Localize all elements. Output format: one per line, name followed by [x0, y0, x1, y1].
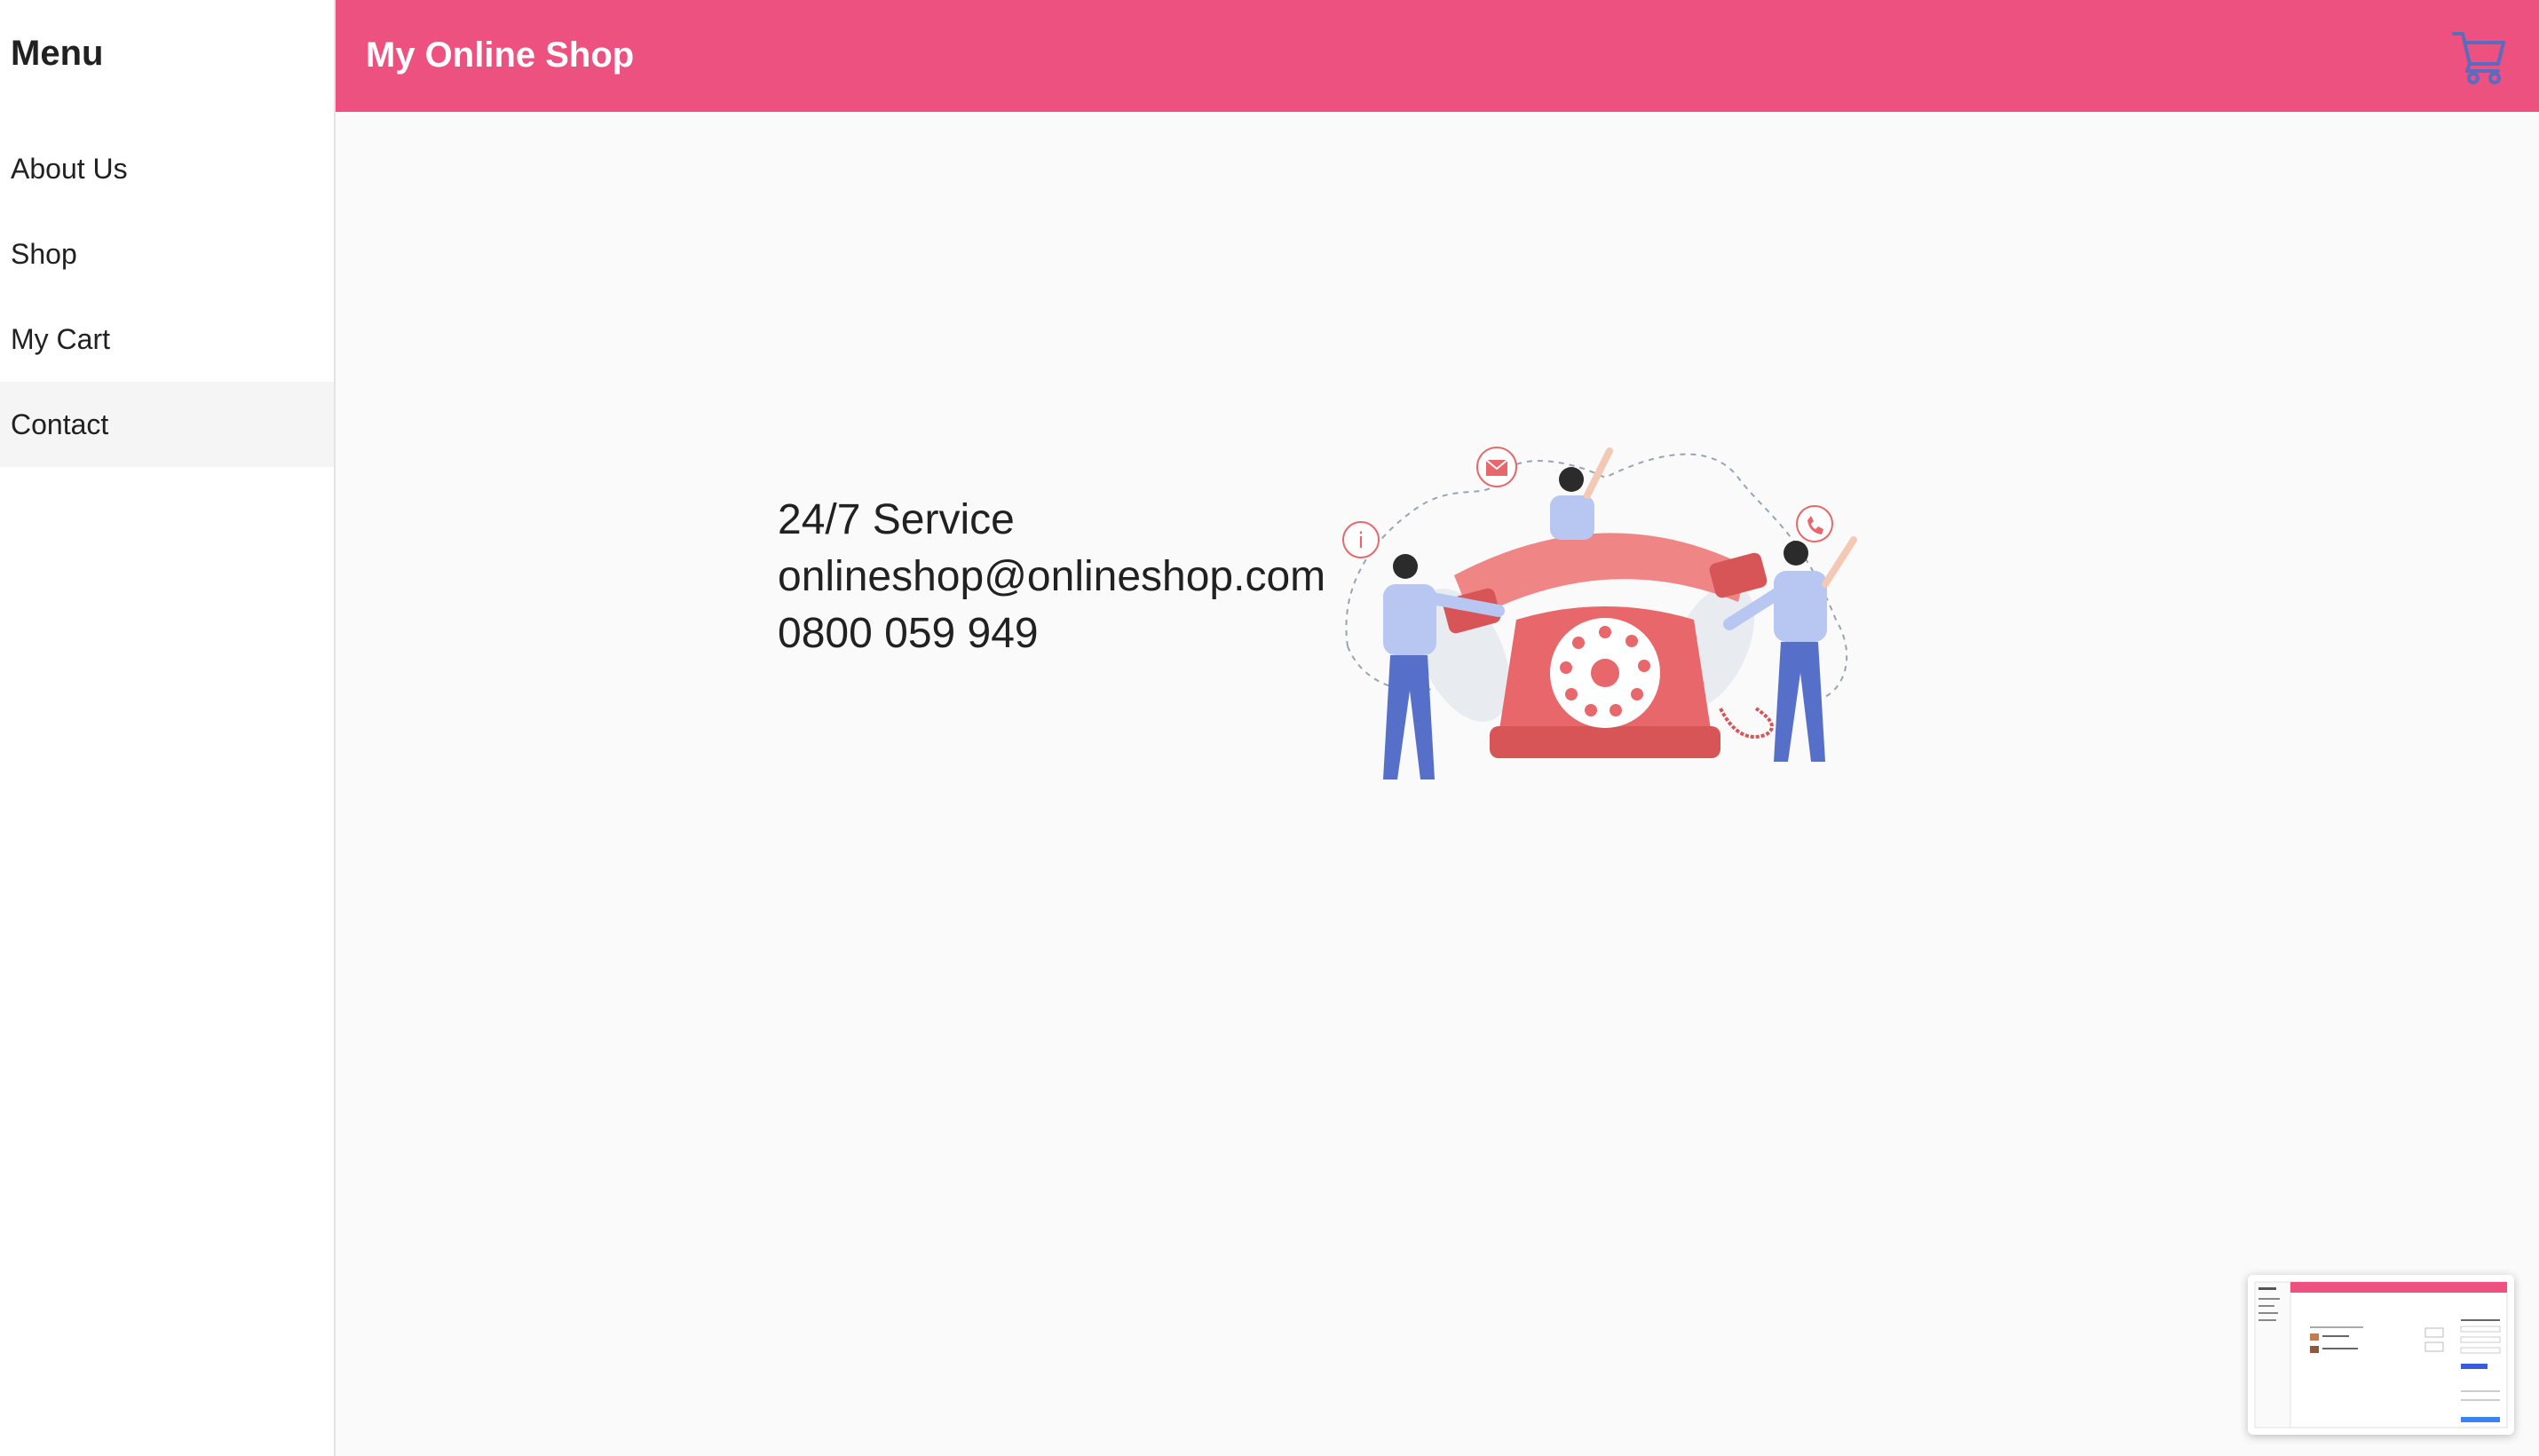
svg-text:i: i	[1358, 528, 1364, 553]
shop-title: My Online Shop	[366, 36, 635, 75]
sidebar-item-shop[interactable]: Shop	[0, 211, 334, 297]
cart-button[interactable]	[2450, 27, 2509, 85]
contact-info: 24/7 Service onlineshop@onlineshop.com 0…	[778, 492, 1325, 662]
sidebar-nav: About Us Shop My Cart Contact	[0, 126, 334, 467]
sidebar: Menu About Us Shop My Cart Contact	[0, 0, 336, 1456]
info-icon: i	[1342, 521, 1380, 558]
customer-service-illustration: i	[1342, 447, 1857, 779]
mail-icon	[1476, 447, 1517, 487]
contact-email: onlineshop@onlineshop.com	[778, 553, 1326, 600]
preview-image	[2254, 1281, 2508, 1428]
phone-icon	[1796, 505, 1833, 542]
contact-phone: 0800 059 949	[778, 610, 1039, 657]
sidebar-item-my-cart[interactable]: My Cart	[0, 297, 334, 382]
main-content: 24/7 Service onlineshop@onlineshop.com 0…	[336, 112, 2539, 1456]
sidebar-item-about-us[interactable]: About Us	[0, 126, 334, 211]
page-preview-thumbnail[interactable]	[2248, 1275, 2514, 1435]
sidebar-item-contact[interactable]: Contact	[0, 382, 334, 467]
top-toolbar: My Online Shop	[336, 0, 2539, 112]
service-hours: 24/7 Service	[778, 496, 1015, 543]
menu-title: Menu	[11, 34, 104, 73]
app-root: Menu About Us Shop My Cart Contact My On…	[0, 0, 2539, 1456]
shopping-cart-icon	[2452, 32, 2505, 84]
